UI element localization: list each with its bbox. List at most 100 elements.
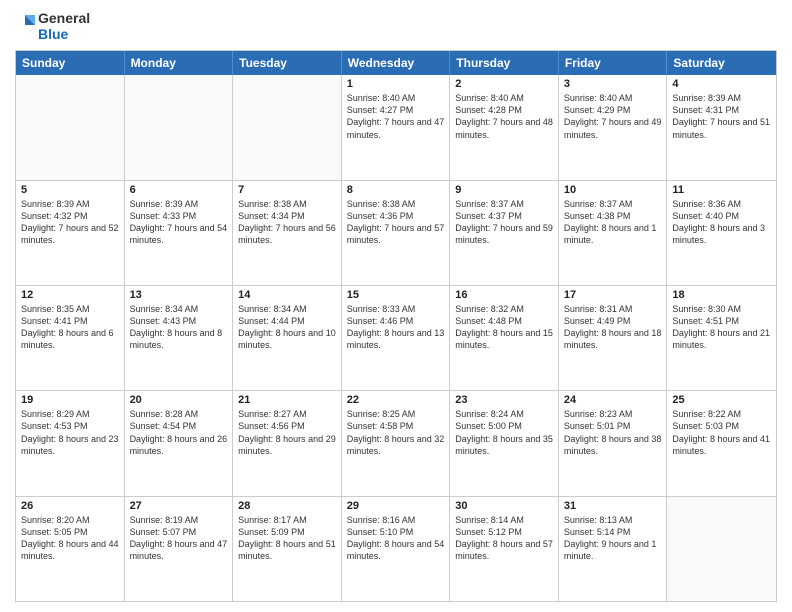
cell-info: Sunrise: 8:24 AM Sunset: 5:00 PM Dayligh… — [455, 408, 553, 457]
day-number: 21 — [238, 394, 336, 406]
cell-info: Sunrise: 8:22 AM Sunset: 5:03 PM Dayligh… — [672, 408, 771, 457]
logo-blue-text: Blue — [38, 26, 90, 42]
day-number: 30 — [455, 500, 553, 512]
day-number: 14 — [238, 289, 336, 301]
cell-info: Sunrise: 8:31 AM Sunset: 4:49 PM Dayligh… — [564, 303, 662, 352]
cell-info: Sunrise: 8:39 AM Sunset: 4:33 PM Dayligh… — [130, 198, 228, 247]
header-day-saturday: Saturday — [667, 51, 776, 75]
cell-info: Sunrise: 8:16 AM Sunset: 5:10 PM Dayligh… — [347, 514, 445, 563]
calendar-cell: 28 Sunrise: 8:17 AM Sunset: 5:09 PM Dayli… — [233, 497, 342, 601]
cell-info: Sunrise: 8:20 AM Sunset: 5:05 PM Dayligh… — [21, 514, 119, 563]
calendar-header-row: SundayMondayTuesdayWednesdayThursdayFrid… — [16, 51, 776, 75]
cell-info: Sunrise: 8:39 AM Sunset: 4:32 PM Dayligh… — [21, 198, 119, 247]
cell-info: Sunrise: 8:25 AM Sunset: 4:58 PM Dayligh… — [347, 408, 445, 457]
cell-info: Sunrise: 8:17 AM Sunset: 5:09 PM Dayligh… — [238, 514, 336, 563]
calendar-cell: 29 Sunrise: 8:16 AM Sunset: 5:10 PM Dayli… — [342, 497, 451, 601]
logo-general-text: General — [38, 10, 90, 26]
day-number: 31 — [564, 500, 662, 512]
calendar-week-1: 1 Sunrise: 8:40 AM Sunset: 4:27 PM Daylig… — [16, 75, 776, 179]
calendar-cell: 7Sunrise: 8:38 AM Sunset: 4:34 PM Daylig… — [233, 181, 342, 285]
header: General Blue — [15, 10, 777, 42]
cell-info: Sunrise: 8:38 AM Sunset: 4:36 PM Dayligh… — [347, 198, 445, 247]
day-number: 6 — [130, 184, 228, 196]
calendar-cell: 16Sunrise: 8:32 AM Sunset: 4:48 PM Dayli… — [450, 286, 559, 390]
calendar-cell: 3 Sunrise: 8:40 AM Sunset: 4:29 PM Daylig… — [559, 75, 668, 179]
day-number: 28 — [238, 500, 336, 512]
calendar-cell: 31 Sunrise: 8:13 AM Sunset: 5:14 PM Dayli… — [559, 497, 668, 601]
calendar-cell: 9 Sunrise: 8:37 AM Sunset: 4:37 PM Daylig… — [450, 181, 559, 285]
day-number: 26 — [21, 500, 119, 512]
day-number: 12 — [21, 289, 119, 301]
cell-info: Sunrise: 8:13 AM Sunset: 5:14 PM Dayligh… — [564, 514, 662, 563]
day-number: 22 — [347, 394, 445, 406]
cell-info: Sunrise: 8:14 AM Sunset: 5:12 PM Dayligh… — [455, 514, 553, 563]
day-number: 18 — [672, 289, 771, 301]
logo: General Blue — [15, 10, 90, 42]
day-number: 20 — [130, 394, 228, 406]
calendar-cell: 2 Sunrise: 8:40 AM Sunset: 4:28 PM Daylig… — [450, 75, 559, 179]
calendar-cell: 8Sunrise: 8:38 AM Sunset: 4:36 PM Daylig… — [342, 181, 451, 285]
calendar-cell: 26 Sunrise: 8:20 AM Sunset: 5:05 PM Dayli… — [16, 497, 125, 601]
day-number: 11 — [672, 184, 771, 196]
cell-info: Sunrise: 8:33 AM Sunset: 4:46 PM Dayligh… — [347, 303, 445, 352]
calendar-body: 1 Sunrise: 8:40 AM Sunset: 4:27 PM Daylig… — [16, 75, 776, 601]
day-number: 3 — [564, 78, 662, 90]
calendar-cell: 1 Sunrise: 8:40 AM Sunset: 4:27 PM Daylig… — [342, 75, 451, 179]
calendar-cell: 19 Sunrise: 8:29 AM Sunset: 4:53 PM Dayli… — [16, 391, 125, 495]
calendar-week-5: 26 Sunrise: 8:20 AM Sunset: 5:05 PM Dayli… — [16, 496, 776, 601]
calendar-cell: 12 Sunrise: 8:35 AM Sunset: 4:41 PM Dayli… — [16, 286, 125, 390]
calendar-cell: 20 Sunrise: 8:28 AM Sunset: 4:54 PM Dayli… — [125, 391, 234, 495]
calendar-page: General Blue SundayMondayTuesdayWednesda… — [0, 0, 792, 612]
cell-info: Sunrise: 8:37 AM Sunset: 4:37 PM Dayligh… — [455, 198, 553, 247]
day-number: 17 — [564, 289, 662, 301]
calendar-cell: 17 Sunrise: 8:31 AM Sunset: 4:49 PM Dayli… — [559, 286, 668, 390]
calendar-cell: 23 Sunrise: 8:24 AM Sunset: 5:00 PM Dayli… — [450, 391, 559, 495]
cell-info: Sunrise: 8:34 AM Sunset: 4:44 PM Dayligh… — [238, 303, 336, 352]
calendar-cell: 24 Sunrise: 8:23 AM Sunset: 5:01 PM Dayli… — [559, 391, 668, 495]
calendar-cell — [667, 497, 776, 601]
calendar-cell: 5Sunrise: 8:39 AM Sunset: 4:32 PM Daylig… — [16, 181, 125, 285]
header-day-thursday: Thursday — [450, 51, 559, 75]
day-number: 9 — [455, 184, 553, 196]
cell-info: Sunrise: 8:40 AM Sunset: 4:27 PM Dayligh… — [347, 92, 445, 141]
day-number: 1 — [347, 78, 445, 90]
cell-info: Sunrise: 8:28 AM Sunset: 4:54 PM Dayligh… — [130, 408, 228, 457]
calendar-cell — [125, 75, 234, 179]
cell-info: Sunrise: 8:19 AM Sunset: 5:07 PM Dayligh… — [130, 514, 228, 563]
day-number: 19 — [21, 394, 119, 406]
cell-info: Sunrise: 8:29 AM Sunset: 4:53 PM Dayligh… — [21, 408, 119, 457]
header-day-sunday: Sunday — [16, 51, 125, 75]
day-number: 15 — [347, 289, 445, 301]
calendar-cell: 11 Sunrise: 8:36 AM Sunset: 4:40 PM Dayli… — [667, 181, 776, 285]
calendar-cell: 18 Sunrise: 8:30 AM Sunset: 4:51 PM Dayli… — [667, 286, 776, 390]
day-number: 2 — [455, 78, 553, 90]
cell-info: Sunrise: 8:35 AM Sunset: 4:41 PM Dayligh… — [21, 303, 119, 352]
day-number: 24 — [564, 394, 662, 406]
cell-info: Sunrise: 8:27 AM Sunset: 4:56 PM Dayligh… — [238, 408, 336, 457]
header-day-tuesday: Tuesday — [233, 51, 342, 75]
day-number: 23 — [455, 394, 553, 406]
day-number: 25 — [672, 394, 771, 406]
cell-info: Sunrise: 8:40 AM Sunset: 4:29 PM Dayligh… — [564, 92, 662, 141]
day-number: 29 — [347, 500, 445, 512]
header-day-friday: Friday — [559, 51, 668, 75]
header-day-wednesday: Wednesday — [342, 51, 451, 75]
day-number: 7 — [238, 184, 336, 196]
cell-info: Sunrise: 8:36 AM Sunset: 4:40 PM Dayligh… — [672, 198, 771, 247]
day-number: 10 — [564, 184, 662, 196]
cell-info: Sunrise: 8:40 AM Sunset: 4:28 PM Dayligh… — [455, 92, 553, 141]
day-number: 4 — [672, 78, 771, 90]
calendar-week-2: 5Sunrise: 8:39 AM Sunset: 4:32 PM Daylig… — [16, 180, 776, 285]
calendar-cell: 10Sunrise: 8:37 AM Sunset: 4:38 PM Dayli… — [559, 181, 668, 285]
day-number: 27 — [130, 500, 228, 512]
calendar: SundayMondayTuesdayWednesdayThursdayFrid… — [15, 50, 777, 602]
calendar-cell: 27 Sunrise: 8:19 AM Sunset: 5:07 PM Dayli… — [125, 497, 234, 601]
calendar-cell — [16, 75, 125, 179]
cell-info: Sunrise: 8:39 AM Sunset: 4:31 PM Dayligh… — [672, 92, 771, 141]
calendar-cell: 30 Sunrise: 8:14 AM Sunset: 5:12 PM Dayli… — [450, 497, 559, 601]
cell-info: Sunrise: 8:30 AM Sunset: 4:51 PM Dayligh… — [672, 303, 771, 352]
cell-info: Sunrise: 8:23 AM Sunset: 5:01 PM Dayligh… — [564, 408, 662, 457]
calendar-cell: 13Sunrise: 8:34 AM Sunset: 4:43 PM Dayli… — [125, 286, 234, 390]
logo-container: General Blue — [15, 10, 90, 42]
calendar-cell: 6 Sunrise: 8:39 AM Sunset: 4:33 PM Daylig… — [125, 181, 234, 285]
